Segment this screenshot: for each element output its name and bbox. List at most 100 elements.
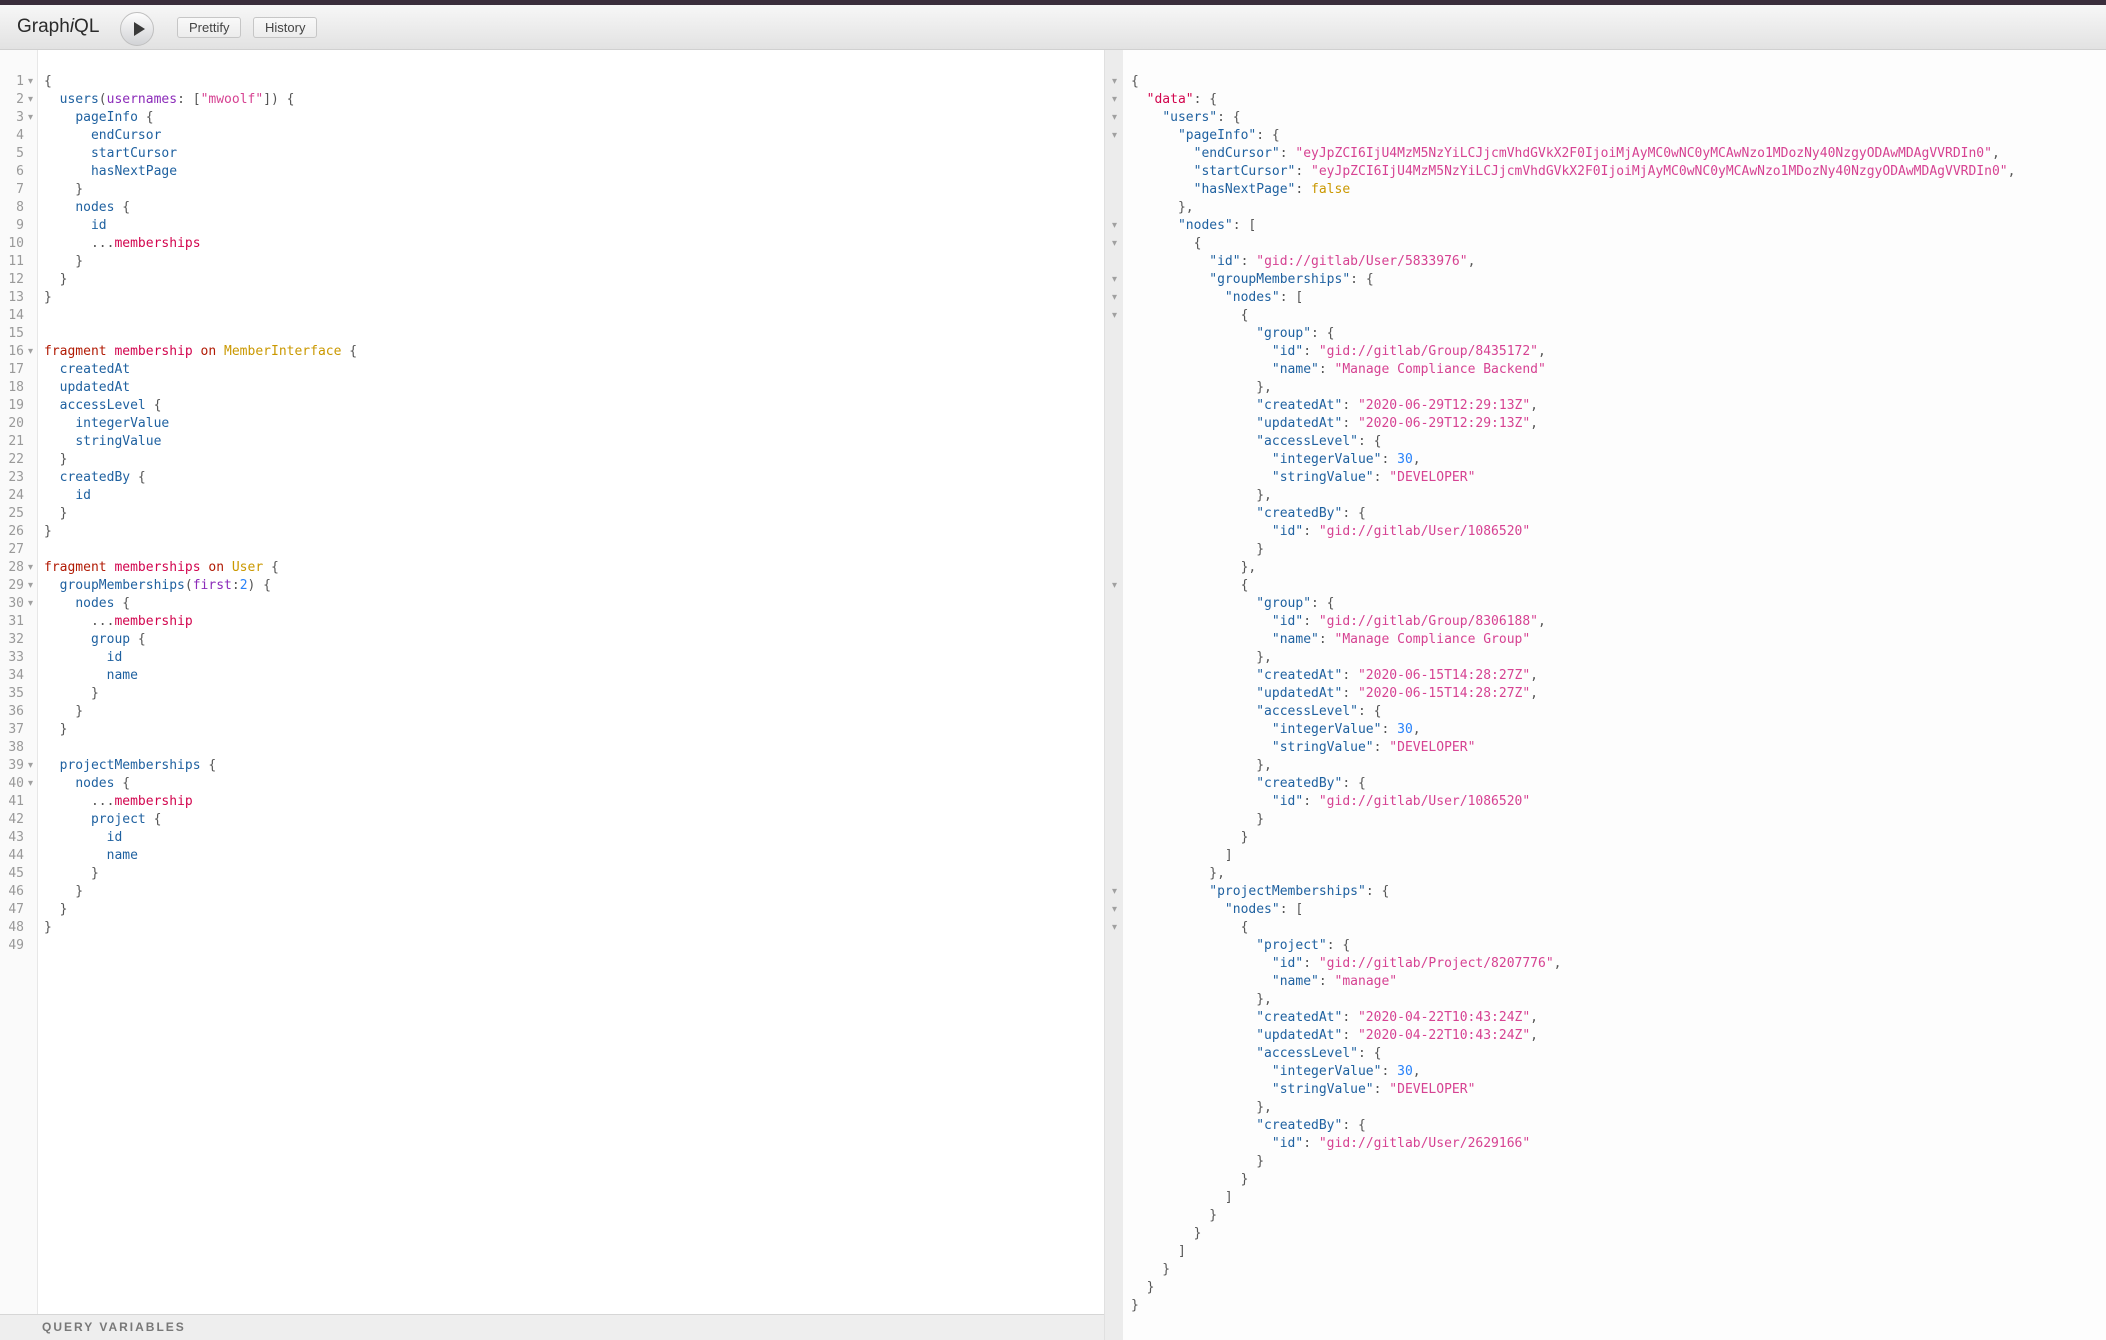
code-line: "createdAt": "2020-06-15T14:28:27Z", xyxy=(1105,667,2106,685)
code-line: } xyxy=(1105,541,2106,559)
code-line: "accessLevel": { xyxy=(1105,433,2106,451)
code-line: "createdBy": { xyxy=(1105,775,2106,793)
code-line: 37 } xyxy=(0,721,1104,739)
fold-arrow-icon[interactable]: ▾ xyxy=(24,559,37,577)
line-number: 32 xyxy=(0,631,24,649)
code-line: ▾ "groupMemberships": { xyxy=(1105,271,2106,289)
code-line: 25 } xyxy=(0,505,1104,523)
code-line: "startCursor": "eyJpZCI6IjU4MzM5NzYiLCJj… xyxy=(1105,163,2106,181)
code-line: ▾ "nodes": [ xyxy=(1105,217,2106,235)
fold-arrow-icon[interactable]: ▾ xyxy=(1107,577,1122,595)
line-number: 9 xyxy=(0,217,24,235)
fold-arrow-icon[interactable]: ▾ xyxy=(1107,883,1122,901)
code-line: }, xyxy=(1105,649,2106,667)
code-line: "hasNextPage": false xyxy=(1105,181,2106,199)
prettify-button[interactable]: Prettify xyxy=(177,17,241,38)
code-line: 40▾ nodes { xyxy=(0,775,1104,793)
code-line: ▾{ xyxy=(1105,73,2106,91)
fold-arrow-icon[interactable]: ▾ xyxy=(24,595,37,613)
fold-arrow-icon[interactable]: ▾ xyxy=(1107,901,1122,919)
code-line: 16▾fragment membership on MemberInterfac… xyxy=(0,343,1104,361)
code-line: 24 id xyxy=(0,487,1104,505)
code-line: "accessLevel": { xyxy=(1105,703,2106,721)
fold-arrow-icon[interactable]: ▾ xyxy=(24,73,37,91)
code-line: "project": { xyxy=(1105,937,2106,955)
code-line: 29▾ groupMemberships(first:2) { xyxy=(0,577,1104,595)
code-line: "createdAt": "2020-04-22T10:43:24Z", xyxy=(1105,1009,2106,1027)
code-line: } xyxy=(1105,829,2106,847)
code-line: "name": "Manage Compliance Group" xyxy=(1105,631,2106,649)
line-number: 21 xyxy=(0,433,24,451)
fold-arrow-icon[interactable]: ▾ xyxy=(24,757,37,775)
line-number: 3 xyxy=(0,109,24,127)
code-line: }, xyxy=(1105,379,2106,397)
code-line: 11 } xyxy=(0,253,1104,271)
query-editor[interactable]: 1▾{2▾ users(usernames: ["mwoolf"]) {3▾ p… xyxy=(0,50,1104,1314)
code-line: 6 hasNextPage xyxy=(0,163,1104,181)
code-line: "integerValue": 30, xyxy=(1105,721,2106,739)
fold-arrow-icon[interactable]: ▾ xyxy=(1107,109,1122,127)
code-line: 21 stringValue xyxy=(0,433,1104,451)
line-number: 18 xyxy=(0,379,24,397)
fold-arrow-icon[interactable]: ▾ xyxy=(1107,73,1122,91)
fold-arrow-icon[interactable]: ▾ xyxy=(24,91,37,109)
line-number: 34 xyxy=(0,667,24,685)
execute-query-button[interactable] xyxy=(120,12,154,46)
code-line: 36 } xyxy=(0,703,1104,721)
line-number: 26 xyxy=(0,523,24,541)
query-variables-header[interactable]: QUERY VARIABLES xyxy=(0,1314,1104,1340)
code-line: 26} xyxy=(0,523,1104,541)
line-number: 19 xyxy=(0,397,24,415)
line-number: 25 xyxy=(0,505,24,523)
code-line: 39▾ projectMemberships { xyxy=(0,757,1104,775)
fold-arrow-icon[interactable]: ▾ xyxy=(24,775,37,793)
line-number: 23 xyxy=(0,469,24,487)
code-line: 31 ...membership xyxy=(0,613,1104,631)
code-line: "group": { xyxy=(1105,325,2106,343)
line-number: 6 xyxy=(0,163,24,181)
code-line: "id": "gid://gitlab/Group/8306188", xyxy=(1105,613,2106,631)
code-line: 15 xyxy=(0,325,1104,343)
code-line: ▾ "data": { xyxy=(1105,91,2106,109)
fold-arrow-icon[interactable]: ▾ xyxy=(1107,91,1122,109)
line-number: 27 xyxy=(0,541,24,559)
code-line: ▾ "nodes": [ xyxy=(1105,901,2106,919)
code-line: "id": "gid://gitlab/User/2629166" xyxy=(1105,1135,2106,1153)
code-line: ▾ { xyxy=(1105,235,2106,253)
code-line: "updatedAt": "2020-06-29T12:29:13Z", xyxy=(1105,415,2106,433)
code-line: 44 name xyxy=(0,847,1104,865)
line-number: 42 xyxy=(0,811,24,829)
code-line: }, xyxy=(1105,991,2106,1009)
fold-arrow-icon[interactable]: ▾ xyxy=(1107,271,1122,289)
line-number: 33 xyxy=(0,649,24,667)
code-line: "id": "gid://gitlab/Group/8435172", xyxy=(1105,343,2106,361)
fold-arrow-icon[interactable]: ▾ xyxy=(1107,307,1122,325)
fold-arrow-icon[interactable]: ▾ xyxy=(24,109,37,127)
fold-arrow-icon[interactable]: ▾ xyxy=(1107,289,1122,307)
query-pane: 1▾{2▾ users(usernames: ["mwoolf"]) {3▾ p… xyxy=(0,50,1104,1340)
code-line: }, xyxy=(1105,1099,2106,1117)
play-icon xyxy=(134,22,145,36)
code-line: "integerValue": 30, xyxy=(1105,1063,2106,1081)
code-line: 22 } xyxy=(0,451,1104,469)
fold-arrow-icon[interactable]: ▾ xyxy=(1107,217,1122,235)
code-line: 10 ...memberships xyxy=(0,235,1104,253)
code-line: "createdBy": { xyxy=(1105,505,2106,523)
fold-arrow-icon[interactable]: ▾ xyxy=(1107,235,1122,253)
fold-arrow-icon[interactable]: ▾ xyxy=(24,343,37,361)
history-button[interactable]: History xyxy=(253,17,317,38)
line-number: 11 xyxy=(0,253,24,271)
code-line: "id": "gid://gitlab/User/5833976", xyxy=(1105,253,2106,271)
code-line: 33 id xyxy=(0,649,1104,667)
code-line: 47 } xyxy=(0,901,1104,919)
line-number: 29 xyxy=(0,577,24,595)
line-number: 43 xyxy=(0,829,24,847)
fold-arrow-icon[interactable]: ▾ xyxy=(1107,919,1122,937)
fold-arrow-icon[interactable]: ▾ xyxy=(1107,127,1122,145)
code-line: ▾ { xyxy=(1105,577,2106,595)
fold-arrow-icon[interactable]: ▾ xyxy=(24,577,37,595)
code-line: 17 createdAt xyxy=(0,361,1104,379)
code-line: } xyxy=(1105,1261,2106,1279)
code-line: ▾ "users": { xyxy=(1105,109,2106,127)
code-line: "stringValue": "DEVELOPER" xyxy=(1105,1081,2106,1099)
